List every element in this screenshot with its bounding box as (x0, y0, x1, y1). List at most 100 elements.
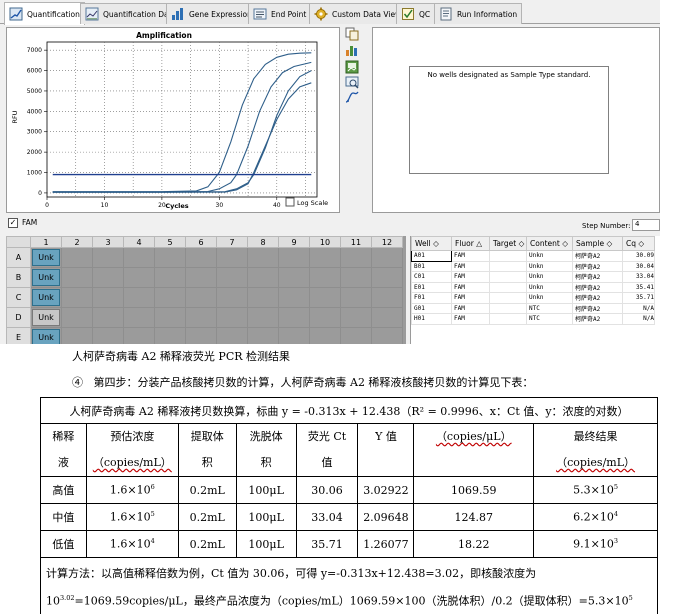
plate-well[interactable] (278, 247, 310, 268)
zoom-icon[interactable] (345, 75, 359, 89)
plate-well[interactable] (216, 247, 248, 268)
save-image-icon[interactable] (345, 60, 359, 74)
fam-checkbox[interactable]: ✓ (8, 218, 18, 228)
plate-col-header[interactable]: 8 (247, 236, 279, 248)
plate-well[interactable] (154, 287, 186, 308)
plate-well[interactable] (309, 307, 341, 328)
tab-custom-data-view[interactable]: Custom Data View (309, 3, 407, 24)
plate-well[interactable] (123, 247, 155, 268)
plate-well[interactable]: Unk (30, 287, 62, 308)
well-button[interactable]: Unk (32, 289, 60, 306)
plate-well[interactable] (216, 267, 248, 288)
bar-chart-tool-icon[interactable] (345, 43, 359, 57)
plate-well[interactable] (123, 327, 155, 344)
plate-well[interactable] (278, 307, 310, 328)
plate-well[interactable] (92, 247, 124, 268)
log-scale-checkbox[interactable] (285, 197, 295, 207)
well-row[interactable]: A01 FAM Unkn 柯萨奇A2 30.09 (411, 250, 655, 262)
plate-well[interactable] (185, 327, 217, 344)
plate-well[interactable] (340, 307, 372, 328)
plate-well[interactable] (123, 287, 155, 308)
plate-well[interactable] (309, 267, 341, 288)
plate-well[interactable] (309, 327, 341, 344)
well-row[interactable]: G01 FAM NTC 柯萨奇A2 N/A (411, 302, 655, 314)
well-row[interactable]: B01 FAM Unkn 柯萨奇A2 30.04 (411, 260, 655, 272)
plate-well[interactable] (154, 267, 186, 288)
plate-row-header[interactable]: D (6, 307, 31, 328)
plate-col-header[interactable]: 5 (154, 236, 186, 248)
plate-well[interactable] (278, 327, 310, 344)
plate-row-header[interactable]: C (6, 287, 31, 308)
plate-well[interactable] (92, 287, 124, 308)
well-button[interactable]: Unk (32, 269, 60, 286)
plate-well[interactable]: Unk (30, 267, 62, 288)
plate-well[interactable] (92, 307, 124, 328)
plate-well[interactable] (185, 307, 217, 328)
amplification-chart[interactable]: Amplification RFU Cycles 0 1000 2000 3000 40… (7, 28, 341, 214)
curve-icon[interactable] (345, 90, 359, 104)
plate-well[interactable] (371, 307, 403, 328)
plate-col-header[interactable]: 6 (185, 236, 217, 248)
plate-well[interactable] (61, 307, 93, 328)
plate-well[interactable] (154, 327, 186, 344)
plate-well[interactable] (154, 247, 186, 268)
plate-col-header[interactable]: 2 (61, 236, 93, 248)
plate-row-header[interactable]: B (6, 267, 31, 288)
plate-well[interactable] (216, 327, 248, 344)
plate-well[interactable] (309, 247, 341, 268)
well-row[interactable]: F01 FAM Unkn 柯萨奇A2 35.71 (411, 292, 655, 304)
tab-quantification[interactable]: Quantification (4, 2, 85, 25)
plate-well[interactable]: Unk (30, 247, 62, 268)
plate-well[interactable] (371, 287, 403, 308)
plate-well[interactable] (371, 247, 403, 268)
plate-well[interactable] (61, 287, 93, 308)
plate-well[interactable] (278, 267, 310, 288)
plate-well[interactable] (340, 247, 372, 268)
plate-well[interactable] (92, 267, 124, 288)
plate-col-header[interactable]: 11 (340, 236, 372, 248)
copy-icon[interactable] (345, 27, 359, 41)
plate-well[interactable] (371, 327, 403, 344)
plate-row-header[interactable]: E (6, 327, 31, 344)
col-header-sample[interactable]: Sample ◇ (572, 236, 623, 251)
plate-well[interactable] (61, 267, 93, 288)
tab-run-information[interactable]: Run Information (434, 3, 523, 24)
plate-col-header[interactable]: 7 (216, 236, 248, 248)
col-header-fluor[interactable]: Fluor △ (451, 236, 490, 251)
plate-well[interactable] (340, 267, 372, 288)
plate-col-header[interactable]: 3 (92, 236, 124, 248)
plate-well[interactable] (185, 247, 217, 268)
well-row[interactable]: H01 FAM NTC 柯萨奇A2 N/A (411, 313, 655, 325)
plate-col-header[interactable]: 12 (371, 236, 403, 248)
well-button[interactable]: Unk (32, 249, 60, 266)
plate-well[interactable] (247, 287, 279, 308)
plate-well[interactable] (340, 287, 372, 308)
plate-well[interactable] (247, 307, 279, 328)
plate-row-header[interactable]: A (6, 247, 31, 268)
plate-well[interactable]: Unk (30, 327, 62, 344)
well-row[interactable]: C01 FAM Unkn 柯萨奇A2 33.04 (411, 271, 655, 283)
well-button[interactable]: Unk (32, 329, 60, 344)
plate-col-header[interactable]: 4 (123, 236, 155, 248)
plate-well[interactable] (216, 307, 248, 328)
plate-well[interactable] (123, 307, 155, 328)
plate-well[interactable] (154, 307, 186, 328)
plate-col-header[interactable]: 1 (30, 236, 62, 248)
plate-well[interactable] (247, 327, 279, 344)
plate-well[interactable]: Unk (30, 307, 62, 328)
tab-end-point[interactable]: End Point (248, 3, 312, 24)
plate-well[interactable] (247, 267, 279, 288)
col-header-target[interactable]: Target ◇ (489, 236, 527, 251)
tab-gene-expression[interactable]: Gene Expression (166, 3, 257, 24)
plate-well[interactable] (340, 327, 372, 344)
plate-well[interactable] (123, 267, 155, 288)
plate-well[interactable] (216, 287, 248, 308)
col-header-well[interactable]: Well ◇ (411, 236, 452, 251)
col-header-content[interactable]: Content ◇ (526, 236, 573, 251)
well-button[interactable]: Unk (32, 309, 60, 326)
plate-well[interactable] (371, 267, 403, 288)
plate-well[interactable] (309, 287, 341, 308)
step-number-field[interactable]: 4 (632, 219, 660, 231)
tab-qc[interactable]: QC (396, 3, 436, 24)
plate-well[interactable] (185, 267, 217, 288)
